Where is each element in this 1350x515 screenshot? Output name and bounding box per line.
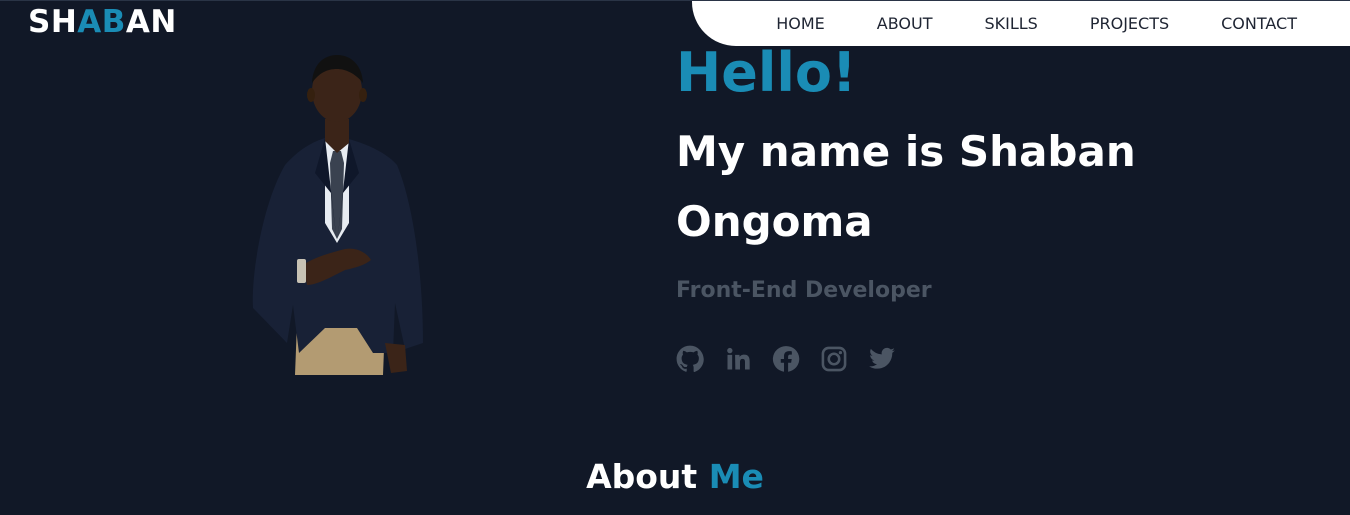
nav-item-home[interactable]: HOME xyxy=(776,14,825,33)
about-title-accent: Me xyxy=(708,457,764,496)
page: SHABAN HOME ABOUT SKILLS PROJECTS CONTAC… xyxy=(0,0,1350,515)
nav-item-skills[interactable]: SKILLS xyxy=(984,14,1037,33)
main-nav: HOME ABOUT SKILLS PROJECTS CONTACT xyxy=(692,1,1350,46)
logo-part-1: SH xyxy=(28,4,78,40)
nav-item-about[interactable]: ABOUT xyxy=(877,14,933,33)
social-links xyxy=(675,344,915,374)
profile-photo xyxy=(252,55,423,375)
facebook-icon[interactable] xyxy=(771,344,801,374)
logo-part-2: AB xyxy=(77,4,126,40)
hero-name: My name is Shaban Ongoma xyxy=(676,127,1136,246)
twitter-icon[interactable] xyxy=(867,344,897,374)
nav-item-contact[interactable]: CONTACT xyxy=(1221,14,1297,33)
logo-part-3: AN xyxy=(125,4,177,40)
instagram-icon[interactable] xyxy=(819,344,849,374)
logo[interactable]: SHABAN xyxy=(28,4,177,40)
about-title-main: About xyxy=(586,457,698,496)
github-icon[interactable] xyxy=(675,344,705,374)
about-section-title: About Me xyxy=(0,457,1350,496)
hero-role: Front-End Developer xyxy=(676,278,932,303)
nav-item-projects[interactable]: PROJECTS xyxy=(1090,14,1169,33)
linkedin-icon[interactable] xyxy=(723,344,753,374)
hero-greeting: Hello! xyxy=(676,41,857,104)
